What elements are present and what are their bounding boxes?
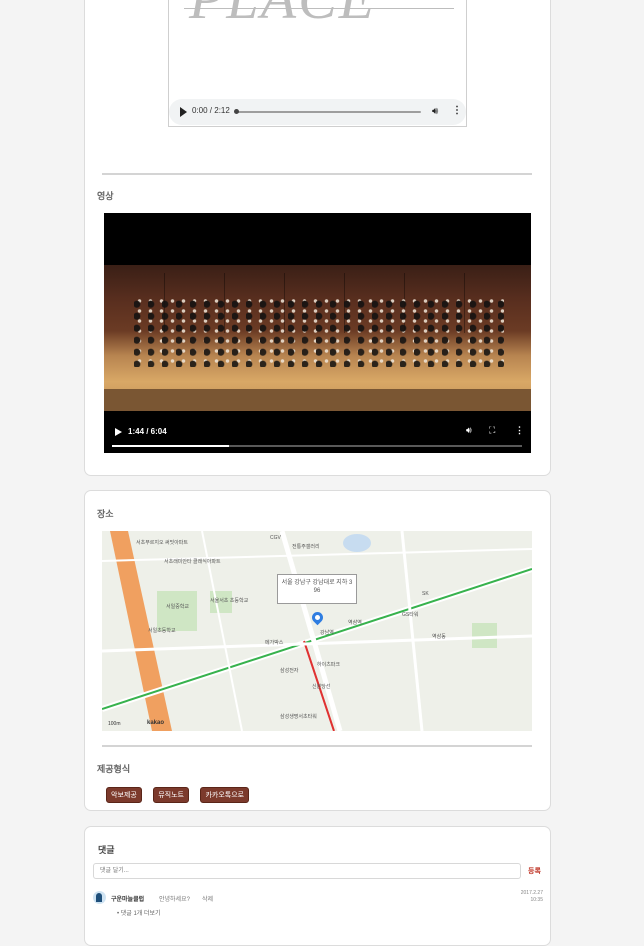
album-art: PLACE 0:00 / 2:12 🔊︎ ⋮ (168, 0, 467, 127)
tag-chip[interactable]: 악보제공 (106, 787, 142, 803)
comment-time: 10:35 (530, 897, 543, 903)
video-progress-fill (112, 445, 230, 447)
map-scale: 100m (108, 721, 121, 727)
comment-submit-button[interactable]: 등록 (528, 866, 541, 876)
audio-player[interactable]: 0:00 / 2:12 🔊︎ ⋮ (169, 99, 466, 125)
video-seek-bar[interactable] (112, 445, 522, 447)
volume-icon[interactable]: 🔊︎ (432, 106, 438, 117)
comment-date: 2017.2.27 (520, 890, 543, 896)
map-label: 하이츠파크 (317, 662, 341, 668)
more-options-icon[interactable]: ⋮ (452, 105, 462, 116)
video-section-label: 영상 (97, 191, 114, 201)
map-brand-logo: kakao (147, 720, 165, 726)
map-label: 서울서초 초등학교 (210, 598, 249, 604)
album-logo: PLACE (189, 0, 376, 32)
more-options-icon[interactable]: ⋮ (515, 425, 524, 436)
provide-section-label: 제공형식 (97, 764, 131, 774)
map-popup: 서울 강남구 강남대로 지하 3 96 (277, 574, 357, 604)
map-label: 강남역 (320, 630, 334, 636)
location-map[interactable]: 서초푸르지오 써밋아파트 서초래미안타 클래식아파트 서일중학교 서울서초 초등… (102, 531, 532, 731)
divider (102, 173, 532, 175)
avatar[interactable] (93, 891, 106, 904)
map-label: 서초푸르지오 써밋아파트 (136, 540, 188, 546)
volume-icon[interactable]: 🔊︎ (466, 425, 472, 436)
comment-timestamp: 2017.2.27 10:35 (499, 890, 543, 904)
map-label: 삼성생명서초타워 (280, 714, 317, 720)
tag-chip[interactable]: 카카오톡으로 (200, 787, 250, 803)
more-replies-link[interactable]: • 댓글 1개 더보기 (117, 908, 161, 917)
map-label: 서일초등학교 (148, 628, 176, 634)
map-label: 전통주갤러리 (292, 544, 320, 550)
map-label: 역삼역 (348, 620, 362, 626)
album-logo-line (184, 8, 454, 9)
map-label: 서일중학교 (166, 604, 190, 610)
comments-card: 댓글 등록 구운마늘클럽 안녕하세요? 삭제 2017.2.27 10:35 •… (84, 826, 551, 946)
tag-list: 악보제공 뮤직노트 카카오톡으로 (106, 784, 256, 803)
video-frame (104, 265, 531, 411)
map-label: SK (422, 591, 429, 597)
comment-text: 안녕하세요? (159, 897, 190, 903)
map-label: 삼성전자 (280, 668, 299, 674)
video-controls: 1:44 / 6:04 🔊︎ ⛶ ⋮ (104, 419, 531, 453)
map-label: 신분당선 (312, 684, 331, 690)
video-time: 1:44 / 6:04 (128, 427, 167, 436)
comment-username[interactable]: 구운마늘클럽 (111, 894, 144, 903)
map-label: 메가박스 (265, 640, 284, 646)
audio-seek-knob[interactable] (234, 109, 239, 114)
comments-title: 댓글 (98, 845, 115, 855)
map-label: 서초래미안타 클래식아파트 (164, 559, 221, 565)
place-section-label: 장소 (97, 509, 114, 519)
media-card: PLACE 0:00 / 2:12 🔊︎ ⋮ 영상 1:44 / 6:04 🔊︎… (84, 0, 551, 476)
divider (102, 745, 532, 747)
audio-play-icon[interactable] (180, 107, 187, 117)
tag-chip[interactable]: 뮤직노트 (153, 787, 189, 803)
map-label: CGV (270, 535, 281, 541)
audio-seek-bar[interactable] (235, 111, 421, 113)
fullscreen-icon[interactable]: ⛶ (489, 425, 495, 436)
audio-time: 0:00 / 2:12 (192, 106, 230, 115)
comment-delete-button[interactable]: 삭제 (202, 894, 213, 903)
map-label: GS타워 (402, 612, 419, 618)
map-label: 역삼동 (432, 634, 446, 640)
video-play-icon[interactable] (115, 428, 122, 436)
comment-input[interactable] (93, 863, 521, 879)
video-player[interactable]: 1:44 / 6:04 🔊︎ ⛶ ⋮ (104, 213, 531, 453)
place-card: 장소 서초푸르지오 써밋아파트 서초래미안타 클래식아파트 서일중학교 서울서초… (84, 490, 551, 811)
